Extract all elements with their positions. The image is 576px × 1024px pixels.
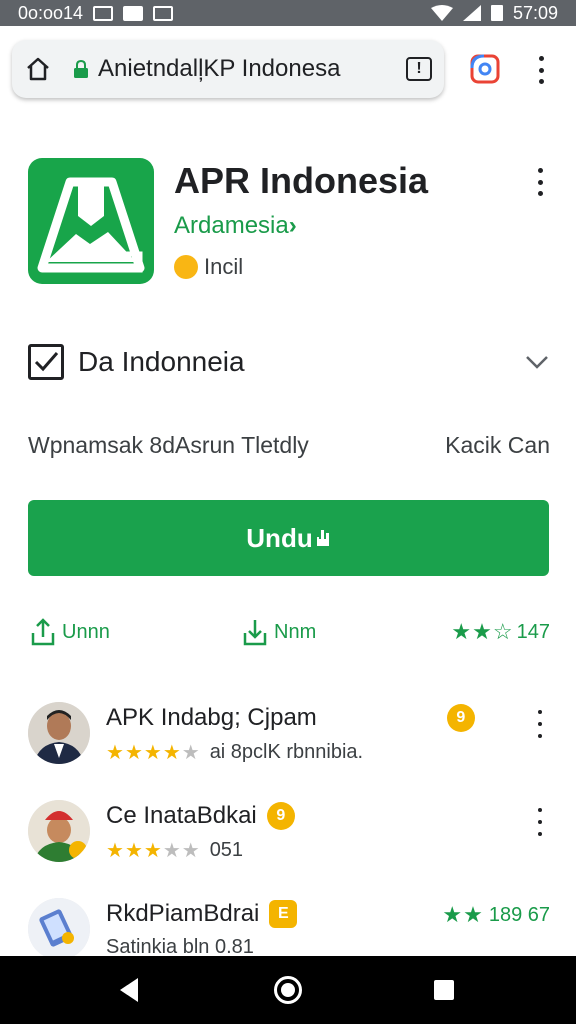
- review-text: ai 8pclK rbnnibia.: [209, 741, 364, 763]
- review-meta: ★ ★ ★ ★ ★ 051: [106, 838, 243, 863]
- review-value: 189 67: [488, 903, 550, 926]
- avatar: [28, 702, 90, 764]
- download-icon: [243, 620, 267, 646]
- avatar: [28, 898, 90, 960]
- status-time-right: 57:09: [512, 2, 558, 23]
- review-stars: ★ ★: [442, 902, 483, 927]
- review-rating: ★ ★ 189 67: [442, 902, 550, 928]
- download-action[interactable]: Nnm: [240, 617, 316, 647]
- url-text[interactable]: Anietndall̦KP Indonesa: [98, 55, 340, 83]
- address-bar[interactable]: Anietndall̦KP Indonesa !: [12, 40, 444, 98]
- signal-icon: [462, 5, 481, 21]
- review-stars: ★ ★ ★ ★ ★: [106, 742, 200, 764]
- star-outline-icon: ☆: [492, 619, 513, 644]
- review-author: APK Indabg; Cjpam 9: [106, 704, 475, 732]
- review-text: 051: [209, 839, 244, 861]
- info-left: Wpnamsak 8dAsrun Tletdly: [28, 432, 309, 458]
- developer-link[interactable]: Ardamesia›: [174, 212, 297, 240]
- recent-apps-icon[interactable]: [434, 980, 454, 1000]
- review-author-name: APK Indabg; Cjpam: [106, 704, 317, 731]
- download-label: Nnm: [274, 620, 317, 643]
- section-row[interactable]: Da Indonneia: [28, 338, 550, 386]
- share-label: Unnn: [62, 620, 110, 643]
- chevron-down-icon[interactable]: [524, 349, 550, 375]
- app-more-icon[interactable]: [536, 168, 544, 196]
- chevron-right-icon: ›: [288, 212, 297, 239]
- info-line: Wpnamsak 8dAsrun Tletdly Kacik Can: [28, 432, 550, 459]
- rating-count: 147: [516, 620, 550, 643]
- award-badge-icon: [174, 255, 198, 279]
- alert-icon[interactable]: !: [406, 57, 432, 81]
- review-more-icon[interactable]: [536, 710, 544, 738]
- section-label: Da Indonneia: [78, 346, 245, 377]
- review-more-icon[interactable]: [536, 808, 544, 836]
- review-author-name: RkdPiamBdrai: [106, 900, 260, 927]
- battery-icon: [490, 5, 503, 21]
- review-meta: ★ ★ ★ ★ ★ ai 8pclK rbnnibia.: [106, 740, 363, 765]
- browser-toolbar: Anietndall̦KP Indonesa !: [0, 26, 576, 112]
- star-icon: ★: [451, 619, 472, 644]
- status-time-left: 0o:oo14: [18, 2, 84, 23]
- image-icon: [123, 5, 144, 21]
- review-item[interactable]: Ce InataBdkai 9 ★ ★ ★ ★ ★ 051: [28, 800, 550, 870]
- install-label: Undu: [246, 522, 313, 553]
- status-bar: 0o:oo14 57:09: [0, 0, 576, 26]
- app-title: APR Indonesia: [174, 160, 429, 201]
- actions-row: Unnn Nnm ★ ★ ☆ 147: [28, 614, 550, 650]
- review-badge: E: [269, 900, 298, 928]
- developer-name[interactable]: Ardamesia: [174, 212, 289, 239]
- browser-menu-icon[interactable]: [537, 56, 545, 84]
- no-sim-icon: [153, 5, 174, 21]
- home-button-icon[interactable]: [274, 976, 302, 1004]
- rating-stars: ★ ★ ☆: [451, 619, 512, 645]
- tab-switcher-icon[interactable]: [470, 54, 500, 84]
- review-badge: 9: [266, 802, 295, 830]
- share-action[interactable]: Unnn: [28, 617, 110, 647]
- lock-icon: [74, 59, 88, 78]
- review-author: RkdPiamBdrai E: [106, 900, 298, 928]
- app-meta: Incil: [174, 254, 243, 280]
- app-icon: [28, 158, 154, 284]
- navigation-bar: [0, 956, 576, 1024]
- wifi-icon: [430, 5, 453, 21]
- home-icon[interactable]: [24, 55, 52, 83]
- checkbox-icon[interactable]: [28, 344, 64, 380]
- hand-icon: [316, 530, 329, 546]
- star-icon: ★: [472, 619, 492, 644]
- share-icon: [31, 618, 55, 646]
- info-right: Kacik Can: [445, 432, 550, 458]
- review-item[interactable]: APK Indabg; Cjpam 9 ★ ★ ★ ★ ★ ai 8pclK rbnni…: [28, 702, 550, 772]
- review-stars: ★ ★ ★ ★ ★: [106, 840, 200, 862]
- review-author-name: Ce InataBdkai: [106, 802, 257, 829]
- review-badge: 9: [446, 704, 475, 732]
- app-meta-label: Incil: [204, 254, 244, 279]
- review-author: Ce InataBdkai 9: [106, 802, 295, 830]
- rating-action[interactable]: ★ ★ ☆ 147: [451, 619, 550, 645]
- mail-icon: [93, 5, 114, 21]
- back-icon[interactable]: [120, 978, 138, 1002]
- install-button[interactable]: Undu: [28, 500, 549, 576]
- avatar: [28, 800, 90, 862]
